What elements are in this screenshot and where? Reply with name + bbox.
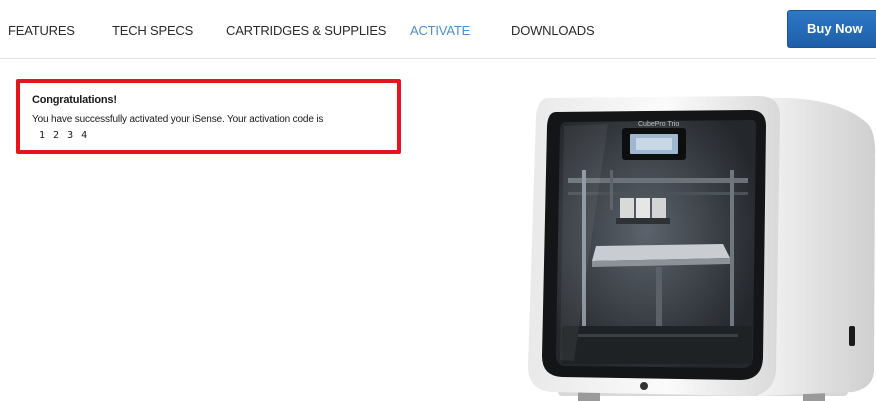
nav-item-cartridges-supplies[interactable]: CARTRIDGES & SUPPLIES [226,23,386,38]
screen-brand-label: CubePro Trio [638,121,679,128]
page: FEATURES TECH SPECS CARTRIDGES & SUPPLIE… [0,0,876,401]
nav-item-features[interactable]: FEATURES [8,23,75,38]
printer-product-image: CubePro Trio [528,96,876,401]
activation-code: 1 2 3 4 [39,130,89,141]
nav-item-tech-specs[interactable]: TECH SPECS [112,23,193,38]
buy-now-button[interactable]: Buy Now [787,10,876,48]
top-navigation: FEATURES TECH SPECS CARTRIDGES & SUPPLIE… [0,0,876,59]
nav-item-downloads[interactable]: DOWNLOADS [511,23,595,38]
message-title: Congratulations! [32,94,117,106]
nav-item-activate[interactable]: ACTIVATE [410,23,470,38]
activation-message-box: Congratulations! You have successfully a… [16,79,401,154]
message-body: You have successfully activated your iSe… [32,114,324,125]
